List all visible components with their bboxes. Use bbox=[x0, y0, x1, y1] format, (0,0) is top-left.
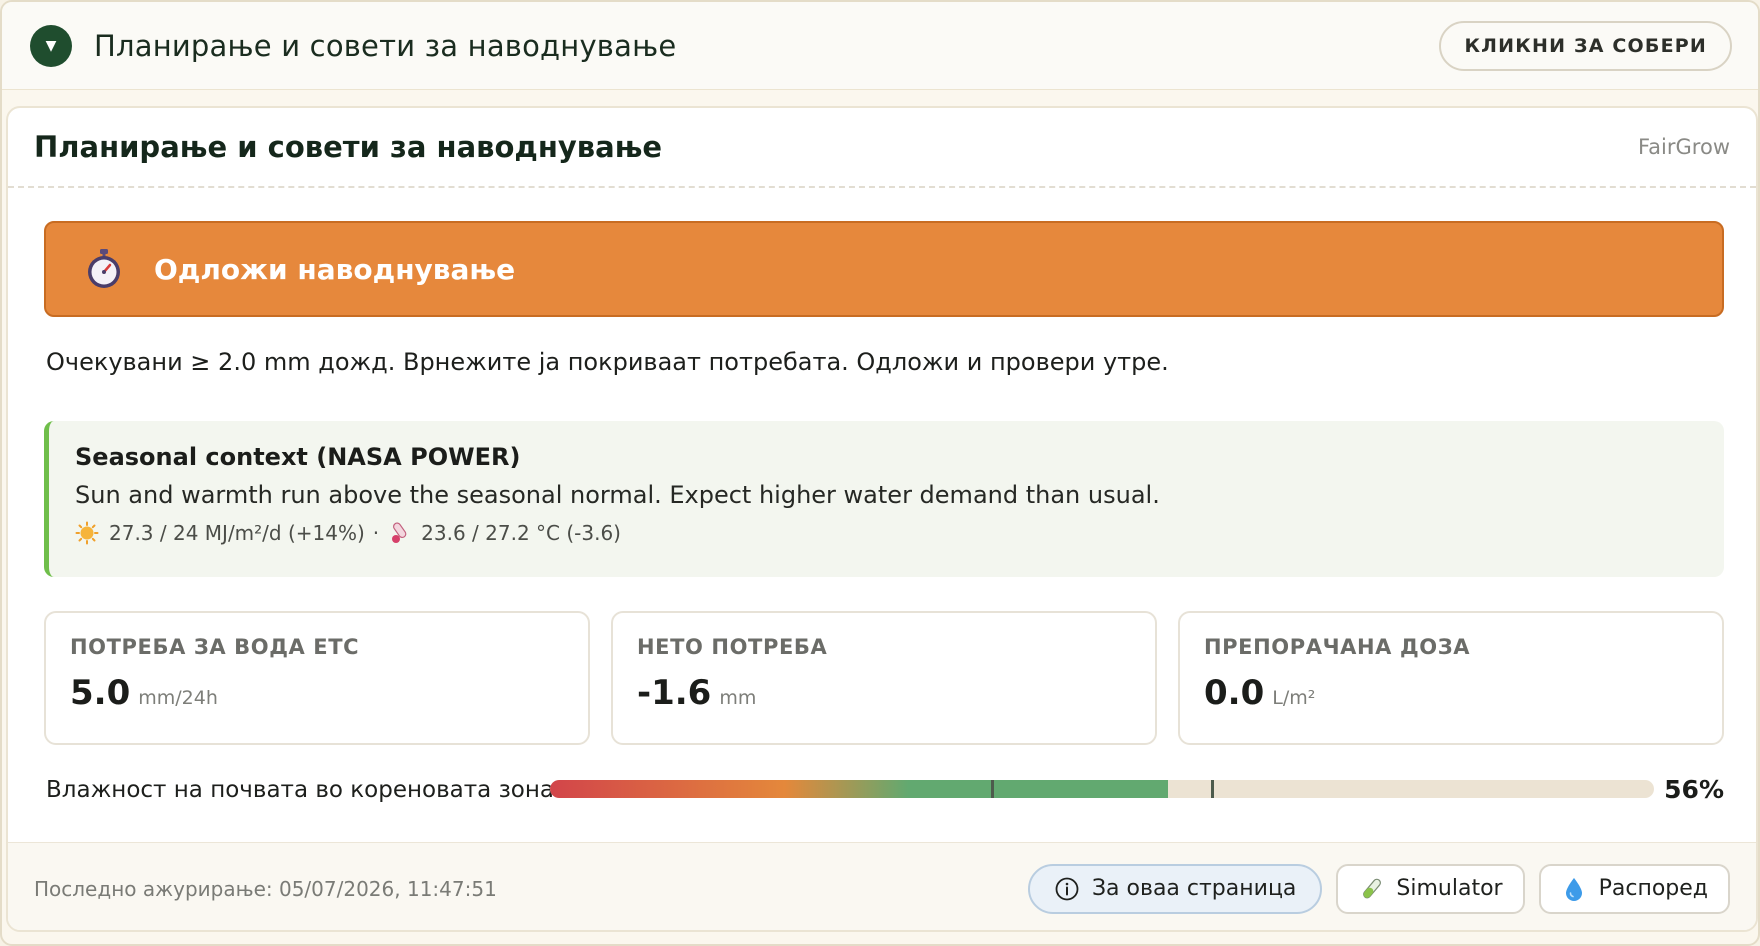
seasonal-context-box: Seasonal context (NASA POWER) Sun and wa… bbox=[44, 421, 1724, 577]
thermometer-icon bbox=[392, 522, 407, 543]
card-footer: Последно ажурирање: 05/07/2026, 11:47:51… bbox=[8, 842, 1756, 930]
last-updated: Последно ажурирање: 05/07/2026, 11:47:51 bbox=[34, 876, 497, 901]
stat-label: ПРЕПОРАЧАНА ДОЗА bbox=[1204, 635, 1471, 659]
stopwatch-icon bbox=[88, 249, 120, 288]
simulator-button[interactable]: Simulator bbox=[1336, 863, 1525, 914]
stat-card-recommended-dose: ПРЕПОРАЧАНА ДОЗА 0.0 L/m² bbox=[1178, 611, 1724, 745]
stat-card-etc: ПОТРЕБА ЗА ВОДА ETC 5.0 mm/24h bbox=[44, 611, 590, 745]
radiation-value: 27.3 / 24 MJ/m²/d (+14%) bbox=[109, 521, 365, 545]
recommendation-detail: Очекувани ≥ 2.0 mm дожд. Врнежите ја пок… bbox=[46, 348, 1169, 376]
seasonal-description: Sun and warmth run above the seasonal no… bbox=[75, 481, 1160, 509]
collapsible-header[interactable]: ▼ Планирање и совети за наводнување КЛИК… bbox=[2, 2, 1758, 90]
stat-value: 0.0 bbox=[1204, 673, 1265, 713]
schedule-label: Распоред bbox=[1598, 876, 1708, 901]
soil-moisture-label: Влажност на почвата во кореновата зона bbox=[46, 777, 554, 803]
about-page-label: За оваа страница bbox=[1091, 876, 1297, 901]
irrigation-card: Планирање и совети за наводнување FairGr… bbox=[6, 106, 1758, 932]
water-drop-icon bbox=[1565, 877, 1582, 901]
temperature-value: 23.6 / 27.2 °C (-3.6) bbox=[421, 521, 621, 545]
seasonal-title: Seasonal context (NASA POWER) bbox=[75, 443, 521, 471]
stat-unit: mm/24h bbox=[138, 687, 218, 709]
threshold-marker bbox=[990, 780, 994, 798]
stat-card-net-demand: НЕТО ПОТРЕБА -1.6 mm bbox=[611, 611, 1157, 745]
chevron-down-icon[interactable]: ▼ bbox=[30, 24, 72, 67]
irrigation-widget: ▼ Планирање и совети за наводнување КЛИК… bbox=[0, 0, 1760, 946]
stat-label: НЕТО ПОТРЕБА bbox=[637, 635, 828, 659]
stat-unit: mm bbox=[719, 687, 757, 709]
soil-moisture-fill bbox=[550, 780, 1169, 798]
card-header: Планирање и совети за наводнување FairGr… bbox=[8, 108, 1756, 188]
header-title: Планирање и совети за наводнување bbox=[94, 28, 677, 63]
stat-unit: L/m² bbox=[1272, 687, 1316, 709]
threshold-marker bbox=[1211, 780, 1215, 798]
recommendation-text: Одложи наводнување bbox=[154, 252, 516, 286]
soil-moisture-bar bbox=[550, 780, 1654, 798]
about-page-button[interactable]: За оваа страница bbox=[1027, 863, 1323, 914]
stat-value: 5.0 bbox=[70, 673, 131, 713]
stat-label: ПОТРЕБА ЗА ВОДА ETC bbox=[70, 635, 360, 659]
schedule-button[interactable]: Распоред bbox=[1538, 863, 1730, 914]
brand-label: FairGrow bbox=[1638, 135, 1730, 159]
stat-value: -1.6 bbox=[637, 673, 712, 713]
collapse-button[interactable]: КЛИКНИ ЗА СОБЕРИ bbox=[1439, 20, 1732, 71]
info-icon bbox=[1055, 877, 1079, 900]
test-tube-icon bbox=[1363, 878, 1382, 898]
card-title: Планирање и совети за наводнување bbox=[34, 130, 663, 164]
sun-icon bbox=[75, 521, 99, 545]
simulator-label: Simulator bbox=[1396, 876, 1503, 901]
recommendation-banner: Одложи наводнување bbox=[44, 221, 1724, 317]
soil-moisture-percent: 56% bbox=[1664, 775, 1724, 804]
seasonal-stats: 27.3 / 24 MJ/m²/d (+14%) · 23.6 / 27.2 °… bbox=[75, 521, 1724, 545]
stat-separator: · bbox=[372, 521, 380, 545]
